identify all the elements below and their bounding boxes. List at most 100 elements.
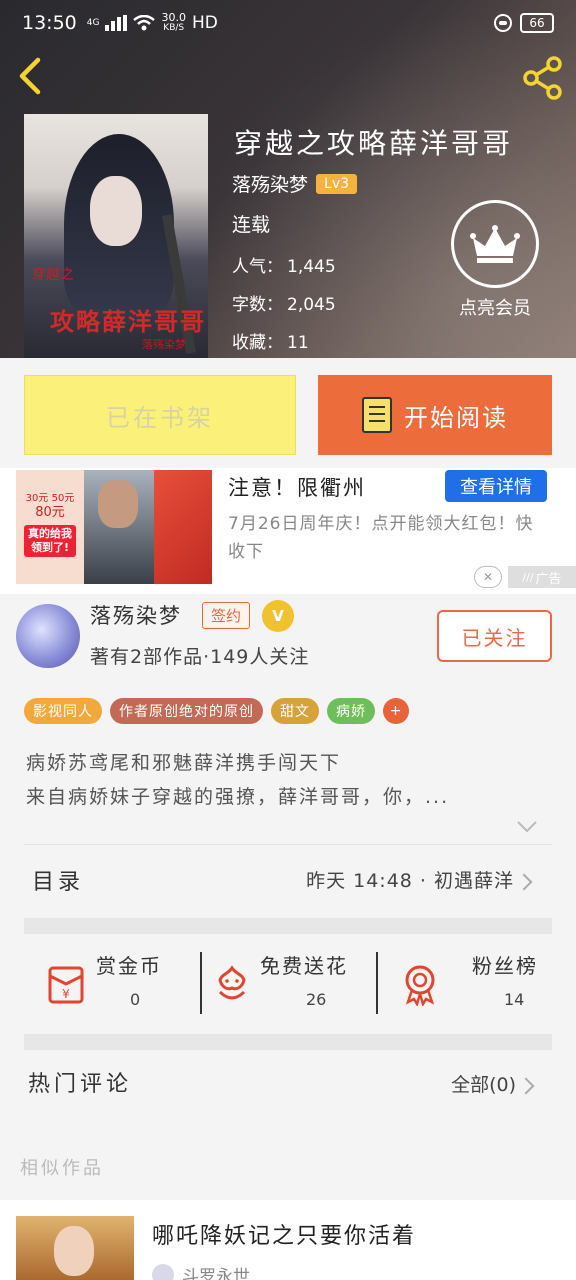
book-cover[interactable]: 穿越之 攻略薛洋哥哥 落殇染梦 (24, 114, 208, 358)
cover-text-2: 攻略薛洋哥哥 (50, 307, 206, 336)
book-author-line: 落殇染梦 Lv3 (232, 170, 358, 197)
table-of-contents-row[interactable]: 目录 昨天 14:48 · 初遇薛洋 (0, 846, 576, 918)
svg-text:¥: ¥ (62, 987, 70, 1001)
ad-description: 7月26日周年庆！点开能领大红包！快收下 (228, 514, 534, 562)
share-icon[interactable] (522, 56, 566, 100)
book-intro[interactable]: 病娇苏鸢尾和邪魅薛洋携手闯天下 来自病娇妹子穿越的强撩，薛洋哥哥，你，... (26, 746, 552, 814)
stat-value: 2,045 (287, 295, 336, 315)
fan-ranking-button[interactable]: 粉丝榜 14 (378, 934, 552, 1034)
ad-image-person (98, 480, 138, 528)
status-bar: 13:50 4G 30.0 KB/S HD 66 (0, 0, 576, 46)
ad-close-icon[interactable]: ✕ (474, 566, 502, 588)
ad-coupon: 30元 50元 80元 真的给我领到了! (24, 492, 76, 557)
ad-image[interactable]: 30元 50元 80元 真的给我领到了! (16, 470, 212, 584)
coupon-small-2: 50元 (51, 493, 75, 504)
send-flower-label: 免费送花 (260, 954, 348, 978)
network-indicator: 4G 30.0 KB/S HD (86, 11, 218, 33)
ad-image-red-envelope (154, 470, 212, 584)
book-icon (362, 397, 392, 433)
stat-value: 11 (287, 333, 309, 353)
similar-work-author: 斗罗永世 (152, 1262, 250, 1280)
tag-item[interactable]: 影视同人 (24, 698, 102, 724)
following-button[interactable]: 已关注 (437, 610, 552, 662)
coupon-cta: 真的给我领到了! (24, 525, 76, 557)
data-saver-icon (494, 14, 512, 32)
section-separator (24, 918, 552, 934)
signal-label: 4G (86, 18, 100, 28)
divider (24, 844, 552, 845)
cover-face (90, 176, 142, 246)
crown-icon (451, 200, 539, 288)
ad-tag-label: 广告 (535, 571, 562, 587)
net-speed: 30.0 KB/S (161, 11, 186, 33)
all-comments-link[interactable]: 全部(0) (451, 1070, 516, 1097)
cover-text-1: 穿越之 (32, 267, 74, 283)
send-flower-count: 26 (306, 990, 327, 1009)
avatar[interactable] (16, 604, 80, 668)
ad-view-details-button[interactable]: 查看详情 (445, 470, 547, 502)
tag-item[interactable]: 作者原创绝对的原创 (110, 698, 263, 724)
signed-badge: 签约 (202, 602, 251, 629)
red-envelope-icon: ¥ (48, 966, 84, 1004)
start-reading-label: 开始阅读 (404, 403, 508, 432)
back-icon[interactable] (14, 56, 48, 96)
reward-coins-count: 0 (130, 990, 141, 1009)
chevron-right-icon (515, 873, 533, 891)
author-avatar (152, 1263, 174, 1280)
ad-title: 注意！限衢州 (228, 476, 366, 500)
section-separator (24, 1034, 552, 1050)
medal-icon (405, 965, 435, 1006)
net-speed-value: 30.0 (161, 11, 186, 24)
toc-label: 目录 (32, 870, 85, 895)
latest-chapter: 昨天 14:48 · 初遇薛洋 (306, 870, 514, 892)
action-bar: 已在书架 开始阅读 (0, 358, 576, 468)
tag-list: 影视同人 作者原创绝对的原创 甜文 病娇 + (24, 698, 409, 724)
stat-label: 人气： (232, 257, 283, 277)
book-header: 13:50 4G 30.0 KB/S HD 66 穿越之 攻略薛洋哥哥 落殇染梦 … (0, 0, 576, 358)
tag-item[interactable]: 甜文 (271, 698, 319, 724)
stat-word-count: 字数： 2,045 (232, 290, 336, 315)
fan-ranking-label: 粉丝榜 (472, 954, 538, 978)
battery-icon: 66 (520, 13, 554, 33)
tag-item[interactable]: 病娇 (327, 698, 375, 724)
stat-favorites: 收藏： 11 (232, 328, 309, 353)
reward-coins-label: 赏金币 (96, 954, 162, 978)
similar-work-item[interactable]: 哪吒降妖记之只要你活着 斗罗永世 (0, 1200, 576, 1280)
author-level-badge: Lv3 (316, 173, 358, 194)
vip-button[interactable]: 点亮会员 (448, 200, 542, 320)
signal-icon (105, 15, 128, 31)
chevron-right-icon (517, 1077, 535, 1095)
in-bookshelf-button[interactable]: 已在书架 (24, 375, 296, 455)
reward-coins-button[interactable]: ¥ 赏金币 0 (24, 934, 200, 1034)
author-name[interactable]: 落殇染梦 (90, 600, 182, 630)
author-card: 落殇染梦 签约 V 著有2部作品·149人关注 已关注 (0, 594, 576, 690)
cover-text-3: 落殇染梦 (142, 338, 186, 351)
add-tag-button[interactable]: + (383, 698, 409, 724)
support-row: ¥ 赏金币 0 免费送花 26 粉丝榜 14 (24, 934, 552, 1034)
similar-work-title: 哪吒降妖记之只要你活着 (152, 1224, 417, 1249)
hd-label: HD (191, 13, 218, 33)
ad-logo-icon: /// (522, 570, 534, 584)
intro-line: 来自病娇妹子穿越的强撩，薛洋哥哥，你，... (26, 786, 450, 808)
send-flower-button[interactable]: 免费送花 26 (202, 934, 376, 1034)
status-time: 13:50 (22, 12, 77, 34)
similar-work-author-name: 斗罗永世 (182, 1267, 250, 1280)
verified-icon: V (262, 600, 294, 632)
coupon-small-1: 30元 (25, 493, 49, 504)
battery-level: 66 (529, 16, 545, 30)
start-reading-button[interactable]: 开始阅读 (318, 375, 552, 455)
net-speed-unit: KB/S (163, 23, 185, 33)
book-status: 连载 (232, 214, 271, 236)
book-author[interactable]: 落殇染梦 (232, 170, 308, 197)
hot-comments-row[interactable]: 热门评论 全部(0) (0, 1050, 576, 1120)
wifi-icon (133, 15, 156, 31)
similar-work-cover[interactable] (16, 1216, 134, 1280)
hot-comments-label: 热门评论 (28, 1072, 133, 1097)
stat-value: 1,445 (287, 257, 336, 277)
ad-banner[interactable]: 30元 50元 80元 真的给我领到了! 注意！限衢州 查看详情 7月26日周年… (0, 468, 576, 594)
chevron-down-icon[interactable] (516, 820, 538, 834)
vip-label: 点亮会员 (459, 298, 531, 319)
stat-label: 收藏： (232, 333, 283, 353)
ad-tag: ///广告 (508, 566, 576, 588)
stat-label: 字数： (232, 295, 283, 315)
